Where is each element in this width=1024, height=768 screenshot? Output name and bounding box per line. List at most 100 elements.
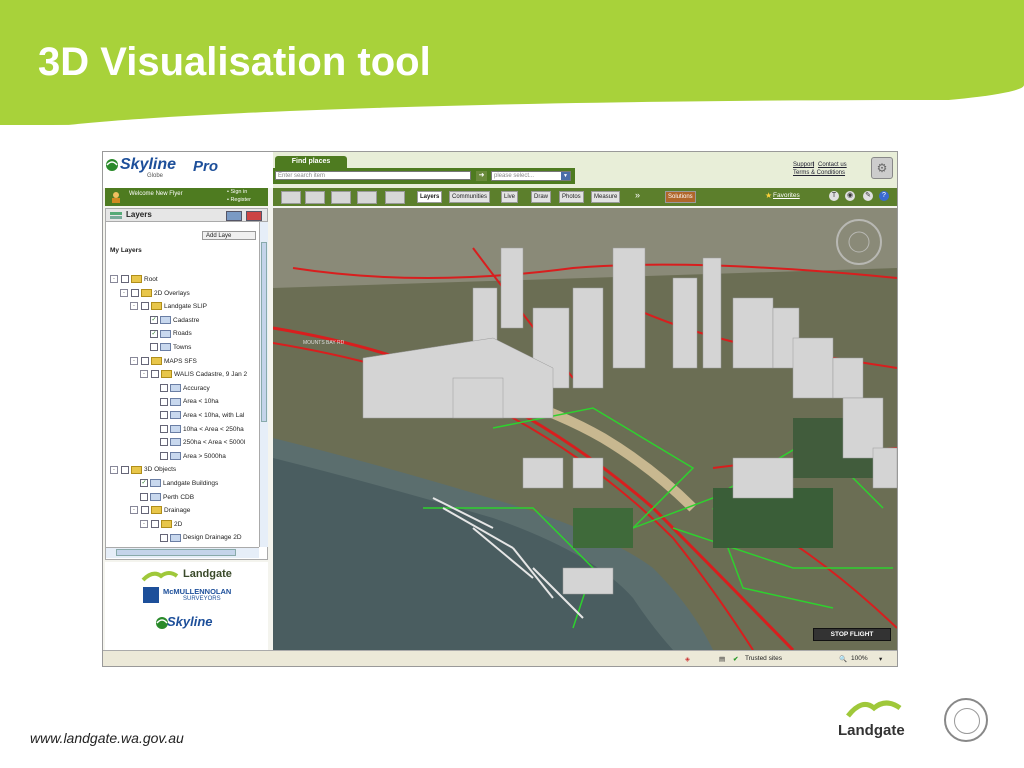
sign-in-link[interactable]: • Sign in bbox=[227, 189, 247, 195]
place-select[interactable]: please select... ▼ bbox=[491, 171, 571, 181]
help-icon[interactable]: ? bbox=[879, 191, 889, 201]
book-tool-icon[interactable] bbox=[357, 191, 377, 204]
fly-tool-icon[interactable] bbox=[331, 191, 351, 204]
layers-vertical-scrollbar[interactable] bbox=[259, 222, 268, 547]
layer-checkbox[interactable] bbox=[160, 438, 168, 447]
layer-checkbox[interactable]: ✓ bbox=[150, 329, 158, 338]
layer-tree-item[interactable]: - 3D Objects bbox=[110, 465, 176, 475]
layer-checkbox[interactable] bbox=[160, 424, 168, 433]
layer-tree-item[interactable]: Towns bbox=[150, 343, 191, 353]
layer-checkbox[interactable]: ✓ bbox=[140, 479, 148, 488]
layer-checkbox[interactable] bbox=[121, 275, 129, 284]
stop-flight-button[interactable]: STOP FLIGHT bbox=[813, 628, 891, 641]
brand-globe: Globe bbox=[147, 173, 164, 179]
search-input[interactable]: Enter search item bbox=[275, 171, 471, 180]
collapse-toggle-icon[interactable]: - bbox=[110, 465, 118, 474]
layers-options-icon[interactable] bbox=[226, 211, 242, 221]
terms-link[interactable]: Terms & Conditions bbox=[793, 170, 845, 176]
register-link[interactable]: • Register bbox=[227, 197, 251, 203]
collapse-toggle-icon[interactable]: - bbox=[130, 356, 138, 365]
tab-photos[interactable]: Photos bbox=[559, 191, 584, 203]
layer-tree-item[interactable]: Design Drainage 2D bbox=[160, 533, 242, 543]
support-link[interactable]: Support bbox=[793, 162, 814, 168]
layer-checkbox[interactable] bbox=[151, 370, 159, 379]
collapse-toggle-icon[interactable]: - bbox=[120, 288, 128, 297]
my-layers-node[interactable]: My Layers bbox=[110, 247, 142, 254]
layer-checkbox[interactable] bbox=[140, 492, 148, 501]
layer-tree-item[interactable]: - Landgate SLIP bbox=[130, 302, 207, 312]
layer-tree-item[interactable]: Area < 10ha bbox=[160, 397, 219, 407]
layer-tree-item[interactable]: ✓ Landgate Buildings bbox=[140, 479, 218, 489]
layer-tree-item[interactable]: - MAPS SFS bbox=[130, 356, 197, 367]
tab-layers[interactable]: Layers bbox=[417, 191, 443, 203]
favorites-link[interactable]: Favorites bbox=[773, 192, 800, 199]
tools-icon[interactable]: ✎ bbox=[863, 191, 873, 201]
layer-checkbox[interactable]: ✓ bbox=[150, 316, 158, 325]
layer-checkbox[interactable] bbox=[160, 397, 168, 406]
browser-status-bar: ◈ ▤ ✔ Trusted sites 🔍 100% ▾ bbox=[103, 650, 897, 666]
layer-tree-item[interactable]: 10ha < Area < 250ha bbox=[160, 424, 244, 435]
layer-tree-item[interactable]: - 2D bbox=[140, 520, 182, 530]
collapse-toggle-icon[interactable]: - bbox=[130, 302, 138, 311]
layer-tree-item[interactable]: - Drainage bbox=[130, 506, 190, 516]
layer-tree-item[interactable]: - WALIS Cadastre, 9 Jan 2 bbox=[140, 370, 247, 380]
layer-tree-item[interactable]: 250ha < Area < 5000l bbox=[160, 438, 245, 448]
layer-tree-item[interactable]: ✓ Cadastre bbox=[150, 316, 199, 326]
rotate-tool-icon[interactable] bbox=[305, 191, 325, 204]
layer-checkbox[interactable] bbox=[150, 343, 158, 352]
layers-close-icon[interactable] bbox=[246, 211, 262, 221]
tab-communities[interactable]: Communities bbox=[449, 191, 491, 203]
tab-draw[interactable]: Draw bbox=[531, 191, 552, 203]
chevron-down-icon[interactable]: ▾ bbox=[879, 655, 882, 663]
search-go-button[interactable]: ➜ bbox=[476, 171, 487, 181]
layer-checkbox[interactable] bbox=[121, 465, 129, 474]
layer-tree-item[interactable]: Area < 10ha, with Lal bbox=[160, 411, 244, 421]
layer-tree-item[interactable]: Perth CDB bbox=[140, 492, 194, 503]
layer-tree-item[interactable]: ✓ Roads bbox=[150, 329, 192, 339]
layer-tree-item[interactable]: Area > 5000ha bbox=[160, 452, 226, 462]
collapse-toggle-icon[interactable]: - bbox=[130, 506, 138, 515]
layer-tree-item[interactable]: - 2D Overlays bbox=[120, 288, 190, 299]
zoom-level[interactable]: 100% bbox=[851, 655, 868, 662]
layer-checkbox[interactable] bbox=[151, 520, 159, 529]
layer-checkbox[interactable] bbox=[131, 288, 139, 297]
layer-tree-item[interactable]: Accuracy bbox=[160, 384, 210, 394]
layer-tree-item[interactable]: - Root bbox=[110, 275, 158, 285]
hand-tool-icon[interactable] bbox=[281, 191, 301, 204]
layer-checkbox[interactable] bbox=[160, 411, 168, 420]
seal-inner bbox=[954, 708, 980, 734]
scroll-thumb[interactable] bbox=[116, 549, 236, 556]
layer-checkbox[interactable] bbox=[160, 452, 168, 461]
find-places-tab[interactable]: Find places bbox=[275, 156, 347, 168]
sponsor-skyline: Skyline bbox=[167, 614, 213, 629]
layer-label: 250ha < Area < 5000l bbox=[183, 439, 246, 447]
3d-map-view[interactable]: MOUNTS BAY RD STOP FLIGHT bbox=[273, 208, 897, 650]
scroll-thumb[interactable] bbox=[261, 242, 267, 422]
map-road-label: MOUNTS BAY RD bbox=[303, 340, 345, 346]
collapse-toggle-icon[interactable]: - bbox=[110, 275, 118, 284]
tab-live[interactable]: Live bbox=[501, 191, 519, 203]
solutions-dropdown[interactable]: Solutions bbox=[665, 191, 696, 203]
more-tabs-button[interactable]: » bbox=[635, 190, 640, 200]
trusted-sites-zone[interactable]: Trusted sites bbox=[745, 655, 782, 662]
map-scene bbox=[273, 208, 897, 650]
layer-checkbox[interactable] bbox=[160, 384, 168, 393]
layer-checkbox[interactable] bbox=[141, 506, 149, 515]
text-tool-icon[interactable]: T bbox=[829, 191, 839, 201]
layers-horizontal-scrollbar[interactable] bbox=[106, 547, 259, 558]
layer-checkbox[interactable] bbox=[141, 302, 149, 311]
edit-tool-icon[interactable] bbox=[385, 191, 405, 204]
landgate-leaf-icon bbox=[846, 700, 902, 718]
layer-label: Area > 5000ha bbox=[183, 452, 226, 460]
layer-checkbox[interactable] bbox=[141, 356, 149, 365]
layer-checkbox[interactable] bbox=[160, 533, 168, 542]
globe-settings-icon[interactable]: ⚙ bbox=[871, 157, 893, 179]
contact-link[interactable]: Contact us bbox=[818, 162, 847, 168]
globe-icon[interactable]: ◉ bbox=[845, 191, 855, 201]
collapse-toggle-icon[interactable]: - bbox=[140, 370, 148, 379]
landgate-leaf-icon bbox=[141, 571, 179, 582]
tab-measure[interactable]: Measure bbox=[591, 191, 621, 203]
footer-url[interactable]: www.landgate.wa.gov.au bbox=[30, 730, 184, 746]
add-layer-button[interactable]: Add Laye bbox=[202, 231, 256, 240]
collapse-toggle-icon[interactable]: - bbox=[140, 520, 148, 529]
